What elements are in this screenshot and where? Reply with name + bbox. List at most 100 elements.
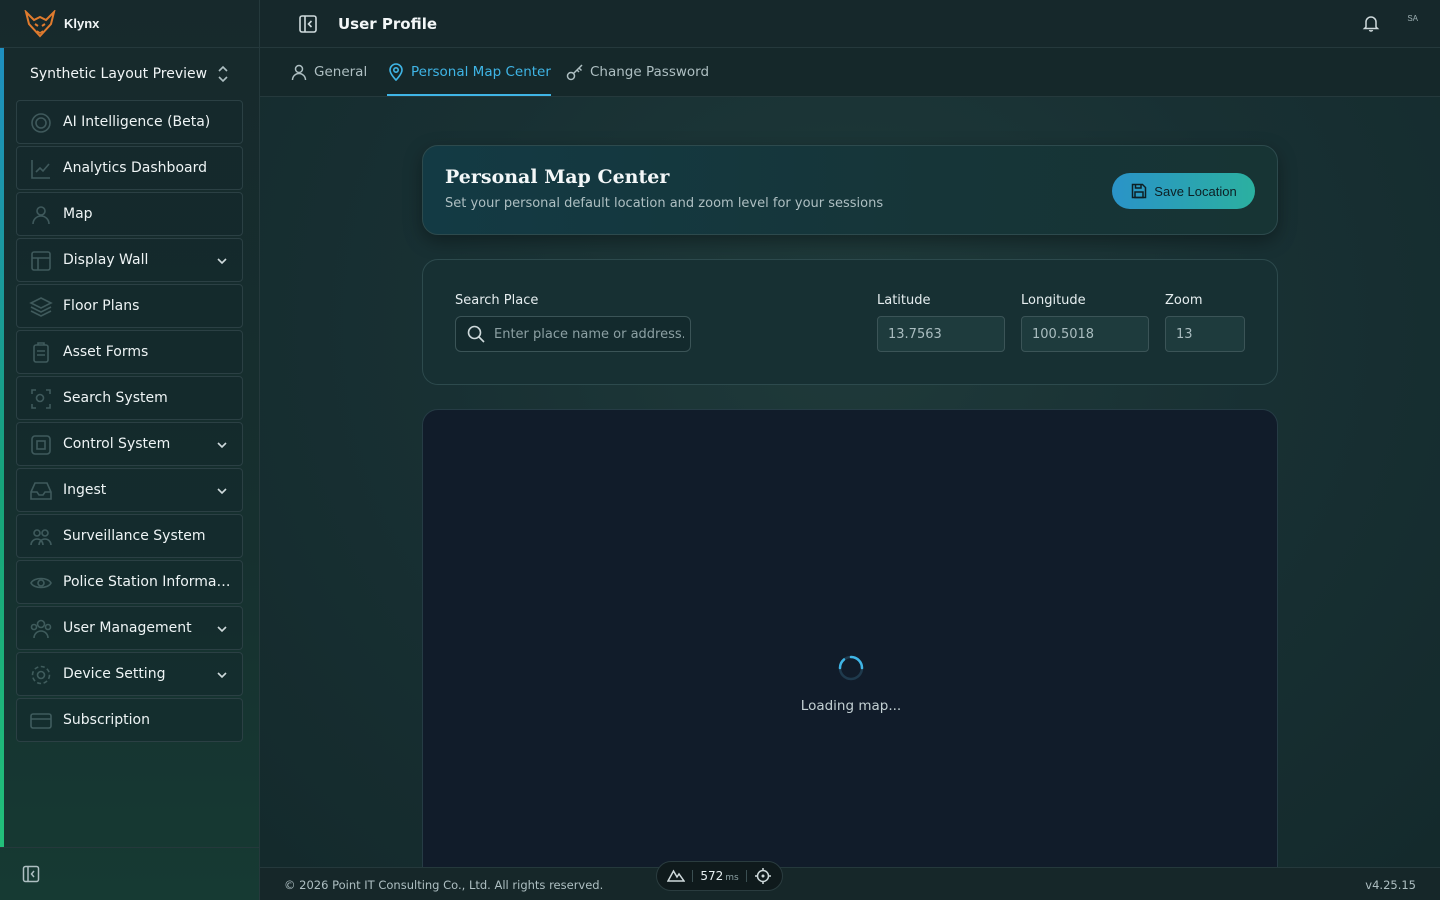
crosshair-icon[interactable] bbox=[754, 867, 772, 885]
chevron-down-icon[interactable] bbox=[216, 623, 228, 635]
sidebar-item-subscription[interactable]: Subscription bbox=[16, 698, 243, 742]
sidebar: Klynx Synthetic Layout Preview AI Intell… bbox=[0, 0, 260, 900]
sidebar-item-analytics-dashboard[interactable]: Analytics Dashboard bbox=[16, 146, 243, 190]
tab-change-password[interactable]: Change Password bbox=[566, 48, 709, 96]
sidebar-item-label: AI Intelligence (Beta) bbox=[63, 114, 211, 130]
inbox-icon bbox=[30, 482, 52, 500]
copyright-text: © 2026 Point IT Consulting Co., Ltd. All… bbox=[284, 878, 604, 892]
card-subtitle: Set your personal default location and z… bbox=[445, 196, 884, 211]
sidebar-item-label: Floor Plans bbox=[63, 298, 140, 314]
sidebar-item-map[interactable]: Map bbox=[16, 192, 243, 236]
sidebar-item-label: User Management bbox=[63, 620, 192, 636]
sidebar-item-ai-intelligence-beta[interactable]: AI Intelligence (Beta) bbox=[16, 100, 243, 144]
sidebar-item-display-wall[interactable]: Display Wall bbox=[16, 238, 243, 282]
main-content: Personal Map Center Set your personal de… bbox=[260, 97, 1440, 867]
clipboard-icon bbox=[33, 342, 49, 363]
divider bbox=[692, 870, 694, 882]
sidebar-item-control-system[interactable]: Control System bbox=[16, 422, 243, 466]
sidebar-item-floor-plans[interactable]: Floor Plans bbox=[16, 284, 243, 328]
workspace-switcher[interactable]: Synthetic Layout Preview bbox=[14, 58, 246, 90]
sidebar-item-label: Search System bbox=[63, 390, 168, 406]
map-user-icon bbox=[32, 206, 50, 225]
card-icon bbox=[30, 713, 52, 729]
chevron-down-icon[interactable] bbox=[216, 255, 228, 267]
latitude-label: Latitude bbox=[877, 293, 931, 308]
sidebar-item-label: Display Wall bbox=[63, 252, 149, 268]
search-place-field[interactable] bbox=[455, 316, 691, 352]
sidebar-item-surveillance-system[interactable]: Surveillance System bbox=[16, 514, 243, 558]
sidebar-item-label: Subscription bbox=[63, 712, 150, 728]
card-title: Personal Map Center bbox=[445, 166, 670, 188]
version-text: v4.25.15 bbox=[1365, 878, 1416, 892]
profile-tabs: General Personal Map Center Change Passw… bbox=[260, 48, 1440, 97]
sidebar-item-label: Ingest bbox=[63, 482, 107, 498]
performance-indicator[interactable]: 572 ms bbox=[656, 861, 783, 891]
sidebar-item-search-system[interactable]: Search System bbox=[16, 376, 243, 420]
top-header: User Profile SA bbox=[260, 0, 1440, 48]
longitude-label: Longitude bbox=[1021, 293, 1086, 308]
response-time: 572 ms bbox=[700, 869, 738, 883]
collapse-sidebar-icon[interactable] bbox=[22, 865, 40, 883]
sidebar-footer bbox=[0, 847, 260, 900]
sidebar-item-police-station-information[interactable]: Police Station Information bbox=[16, 560, 243, 604]
save-icon bbox=[1132, 183, 1147, 199]
response-time-unit: ms bbox=[725, 873, 739, 883]
bell-icon[interactable] bbox=[1362, 14, 1380, 32]
sidebar-item-label: Analytics Dashboard bbox=[63, 160, 207, 176]
analytics-icon bbox=[31, 160, 50, 179]
latitude-input[interactable]: 13.7563 bbox=[877, 316, 1005, 352]
sidebar-item-user-management[interactable]: User Management bbox=[16, 606, 243, 650]
save-location-label: Save Location bbox=[1154, 183, 1237, 199]
page-footer: © 2026 Point IT Consulting Co., Ltd. All… bbox=[260, 867, 1440, 900]
workspace-name: Synthetic Layout Preview bbox=[30, 66, 208, 82]
sidebar-item-label: Control System bbox=[63, 436, 171, 452]
gear-icon bbox=[31, 665, 51, 685]
display-wall-icon bbox=[31, 251, 51, 271]
sidebar-item-label: Police Station Information bbox=[63, 574, 231, 590]
layers-icon bbox=[29, 297, 53, 317]
brand[interactable]: Klynx bbox=[0, 0, 259, 48]
mountain-logo-icon bbox=[667, 869, 685, 882]
longitude-input[interactable]: 100.5018 bbox=[1021, 316, 1149, 352]
map-container[interactable]: Loading map... bbox=[422, 409, 1278, 867]
brand-name: Klynx bbox=[64, 16, 100, 31]
sidebar-item-device-setting[interactable]: Device Setting bbox=[16, 652, 243, 696]
zoom-input[interactable]: 13 bbox=[1165, 316, 1245, 352]
response-time-value: 572 bbox=[700, 869, 724, 883]
sidebar-item-ingest[interactable]: Ingest bbox=[16, 468, 243, 512]
sidebar-item-label: Surveillance System bbox=[63, 528, 206, 544]
scan-search-icon bbox=[31, 389, 51, 409]
control-icon bbox=[31, 435, 51, 455]
tab-label: Change Password bbox=[590, 64, 710, 80]
ai-icon bbox=[31, 113, 51, 133]
sidebar-item-label: Device Setting bbox=[63, 666, 166, 682]
tab-label: General bbox=[314, 64, 368, 80]
sidebar-item-asset-forms[interactable]: Asset Forms bbox=[16, 330, 243, 374]
map-center-header-card: Personal Map Center Set your personal de… bbox=[422, 145, 1278, 235]
chevron-down-icon[interactable] bbox=[216, 439, 228, 451]
loading-spinner-icon bbox=[838, 655, 864, 681]
loading-map-text: Loading map... bbox=[800, 698, 902, 714]
tab-personal-map-center[interactable]: Personal Map Center bbox=[387, 48, 551, 96]
tab-label: Personal Map Center bbox=[411, 64, 551, 80]
page-title: User Profile bbox=[338, 14, 438, 33]
search-place-label: Search Place bbox=[455, 293, 539, 308]
key-icon bbox=[566, 64, 583, 81]
zoom-label: Zoom bbox=[1165, 293, 1203, 308]
sidebar-item-label: Asset Forms bbox=[63, 344, 149, 360]
map-pin-icon bbox=[389, 63, 403, 81]
location-form-card: Search Place Latitude 13.7563 Longitude … bbox=[422, 259, 1278, 385]
tab-general[interactable]: General bbox=[290, 48, 367, 96]
divider bbox=[745, 870, 747, 882]
chevron-down-icon[interactable] bbox=[216, 485, 228, 497]
user-icon bbox=[291, 64, 307, 81]
eye-icon bbox=[30, 577, 52, 589]
avatar[interactable]: SA bbox=[1407, 14, 1418, 23]
save-location-button[interactable]: Save Location bbox=[1112, 173, 1255, 209]
toggle-sidebar-icon[interactable] bbox=[298, 14, 318, 34]
fox-logo-icon bbox=[24, 9, 56, 37]
sidebar-nav: AI Intelligence (Beta) Analytics Dashboar… bbox=[16, 100, 243, 744]
search-place-input[interactable] bbox=[494, 326, 684, 342]
chevron-down-icon[interactable] bbox=[216, 669, 228, 681]
search-icon bbox=[467, 325, 485, 343]
